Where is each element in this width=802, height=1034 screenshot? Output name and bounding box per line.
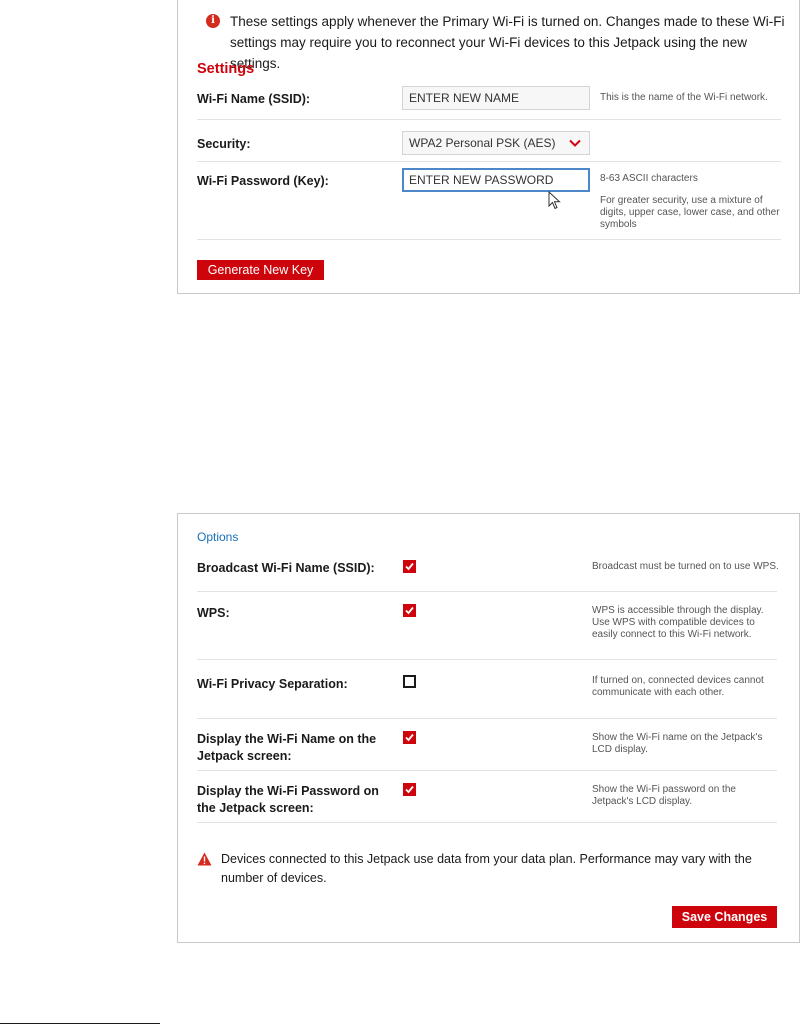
display-name-checkbox[interactable] [403,731,416,744]
ssid-input[interactable]: ENTER NEW NAME [402,86,590,110]
option-row-display-name: Display the Wi-Fi Name on the Jetpack sc… [197,718,777,771]
display-name-help: Show the Wi-Fi name on the Jetpack's LCD… [592,732,763,755]
options-panel: Options Broadcast Wi-Fi Name (SSID): Bro… [177,513,800,943]
wps-checkbox[interactable] [403,604,416,617]
password-row: Wi-Fi Password (Key): ENTER NEW PASSWORD… [197,161,781,240]
wps-help: WPS is accessible through the display. U… [592,605,764,640]
option-row-broadcast-ssid: Broadcast Wi-Fi Name (SSID): Broadcast m… [197,554,779,592]
broadcast-ssid-help: Broadcast must be turned on to use WPS. [592,561,779,572]
mouse-cursor-icon [548,191,561,210]
password-help-security: For greater security, use a mixture of d… [600,195,780,230]
option-row-privacy-separation: Wi-Fi Privacy Separation: If turned on, … [197,659,777,719]
password-help-length: 8-63 ASCII characters [600,173,698,184]
info-icon: i [206,14,220,28]
password-input[interactable]: ENTER NEW PASSWORD [402,168,590,192]
security-row: Security: WPA2 Personal PSK (AES) [197,119,781,162]
save-changes-button[interactable]: Save Changes [672,906,777,928]
option-row-wps: WPS: WPS is accessible through the displ… [197,591,777,660]
info-notice-text: These settings apply whenever the Primar… [230,14,785,71]
broadcast-ssid-checkbox[interactable] [403,560,416,573]
security-selected-value: WPA2 Personal PSK (AES) [409,136,556,150]
wps-label: WPS: [197,606,230,620]
check-icon [405,733,414,742]
check-icon [405,562,414,571]
settings-panel: i These settings apply whenever the Prim… [177,0,800,294]
check-icon [405,606,414,615]
password-label: Wi-Fi Password (Key): [197,174,329,188]
privacy-separation-checkbox[interactable] [403,675,416,688]
warning-icon [197,852,212,866]
check-icon [405,785,414,794]
ssid-label: Wi-Fi Name (SSID): [197,92,311,106]
ssid-help: This is the name of the Wi-Fi network. [600,92,768,103]
security-select[interactable]: WPA2 Personal PSK (AES) [402,131,590,155]
settings-title: Settings [197,61,255,77]
footnote-divider [0,1023,160,1024]
options-title: Options [197,530,239,544]
broadcast-ssid-label: Broadcast Wi-Fi Name (SSID): [197,561,375,575]
display-name-label: Display the Wi-Fi Name on the Jetpack sc… [197,732,377,763]
privacy-separation-label: Wi-Fi Privacy Separation: [197,677,348,691]
security-label: Security: [197,137,251,151]
option-row-display-password: Display the Wi-Fi Password on the Jetpac… [197,770,777,823]
display-password-label: Display the Wi-Fi Password on the Jetpac… [197,784,379,815]
privacy-separation-help: If turned on, connected devices cannot c… [592,675,764,698]
ssid-row: Wi-Fi Name (SSID): ENTER NEW NAME This i… [197,85,781,120]
chevron-down-icon [569,139,581,147]
generate-new-key-button[interactable]: Generate New Key [197,260,324,280]
data-usage-warning-text: Devices connected to this Jetpack use da… [221,852,752,885]
display-password-checkbox[interactable] [403,783,416,796]
display-password-help: Show the Wi-Fi password on the Jetpack's… [592,784,736,807]
